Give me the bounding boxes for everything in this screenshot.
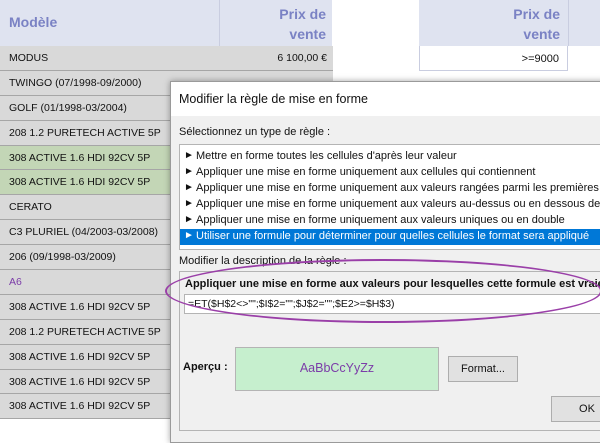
formula-text: =ET($H$2<>"";$I$2="";$J$2="";$E2>=$H$3)	[188, 298, 395, 310]
rule-type-item[interactable]: ► Appliquer une mise en forme uniquement …	[180, 181, 600, 197]
model-cell: C3 PLURIEL (04/2003-03/2008)	[9, 226, 159, 239]
model-cell: 308 ACTIVE 1.6 HDI 92CV 5P	[9, 300, 151, 313]
model-cell: CERATO	[9, 201, 52, 214]
formula-input[interactable]: =ET($H$2<>"";$I$2="";$J$2="";$E2>=$H$3)	[184, 294, 600, 314]
format-rule-dialog: Modifier la règle de mise en forme Sélec…	[170, 81, 600, 443]
rule-type-label: Appliquer une mise en forme uniquement a…	[196, 182, 600, 194]
header-model-label: Modèle	[9, 14, 58, 30]
header-next-cell[interactable]	[568, 0, 600, 46]
model-cell: 206 (09/1998-03/2009)	[9, 251, 116, 264]
preview-label: Aperçu :	[183, 361, 228, 373]
model-cell: 308 ACTIVE 1.6 HDI 92CV 5P	[9, 400, 151, 413]
edit-description-label: Modifier la description de la règle :	[179, 255, 347, 267]
header-price-right-label: Prix de vente	[513, 6, 560, 42]
rule-type-item[interactable]: ► Appliquer une mise en forme uniquement …	[180, 165, 600, 181]
select-rule-type-label: Sélectionnez un type de règle :	[179, 126, 331, 138]
model-cell: 308 ACTIVE 1.6 HDI 92CV 5P	[9, 151, 151, 164]
rule-type-list[interactable]: ► Mettre en forme toutes les cellules d'a…	[179, 144, 600, 250]
model-cell: A6	[9, 276, 22, 289]
preview-sample-text: AaBbCcYyZz	[299, 361, 375, 375]
arrow-right-icon: ►	[184, 166, 194, 177]
dialog-titlebar[interactable]: Modifier la règle de mise en forme	[171, 82, 600, 116]
rule-type-item[interactable]: ► Appliquer une mise en forme uniquement …	[180, 197, 600, 213]
preview-box: AaBbCcYyZz	[235, 347, 439, 391]
rule-type-label: Utiliser une formule pour déterminer pou…	[196, 230, 590, 242]
model-cell: 308 ACTIVE 1.6 HDI 92CV 5P	[9, 375, 151, 388]
header-model-cell[interactable]: Modèle	[0, 0, 220, 46]
criteria-value: >=9000	[521, 53, 559, 65]
arrow-right-icon: ►	[184, 198, 194, 209]
rule-type-label: Mettre en forme toutes les cellules d'ap…	[196, 150, 457, 162]
model-cell: 308 ACTIVE 1.6 HDI 92CV 5P	[9, 350, 151, 363]
arrow-right-icon: ►	[184, 214, 194, 225]
rule-type-item[interactable]: ► Utiliser une formule pour déterminer po…	[180, 229, 600, 245]
header-price-cell[interactable]: Prix de vente	[220, 0, 332, 46]
model-cell: 208 1.2 PURETECH ACTIVE 5P	[9, 126, 161, 139]
model-cell: GOLF (01/1998-03/2004)	[9, 101, 127, 114]
rule-type-label: Appliquer une mise en forme uniquement a…	[196, 214, 565, 226]
model-cell: MODUS	[9, 52, 49, 64]
rule-type-item[interactable]: ► Mettre en forme toutes les cellules d'a…	[180, 149, 600, 165]
model-cell: 308 ACTIVE 1.6 HDI 92CV 5P	[9, 176, 151, 189]
model-cell: TWINGO (07/1998-09/2000)	[9, 76, 142, 89]
price-cell: 6 100,00 €	[277, 52, 327, 64]
arrow-right-icon: ►	[184, 182, 194, 193]
ok-button[interactable]: OK	[551, 396, 600, 422]
header-price-cell-right[interactable]: Prix de vente	[419, 0, 568, 46]
rule-type-label: Appliquer une mise en forme uniquement a…	[196, 166, 536, 178]
header-price-label: Prix de vente	[279, 6, 326, 42]
rule-type-label: Appliquer une mise en forme uniquement a…	[196, 198, 600, 210]
arrow-right-icon: ►	[184, 230, 194, 241]
criteria-cell[interactable]: >=9000	[419, 46, 568, 71]
arrow-right-icon: ►	[184, 150, 194, 161]
rule-type-item[interactable]: ► Appliquer une mise en forme uniquement …	[180, 213, 600, 229]
model-cell: 208 1.2 PURETECH ACTIVE 5P	[9, 325, 161, 338]
table-row[interactable]: MODUS 6 100,00 €	[0, 46, 333, 71]
formula-heading: Appliquer une mise en forme aux valeurs …	[185, 278, 600, 290]
format-button[interactable]: Format...	[448, 356, 518, 382]
dialog-title: Modifier la règle de mise en forme	[179, 92, 368, 106]
